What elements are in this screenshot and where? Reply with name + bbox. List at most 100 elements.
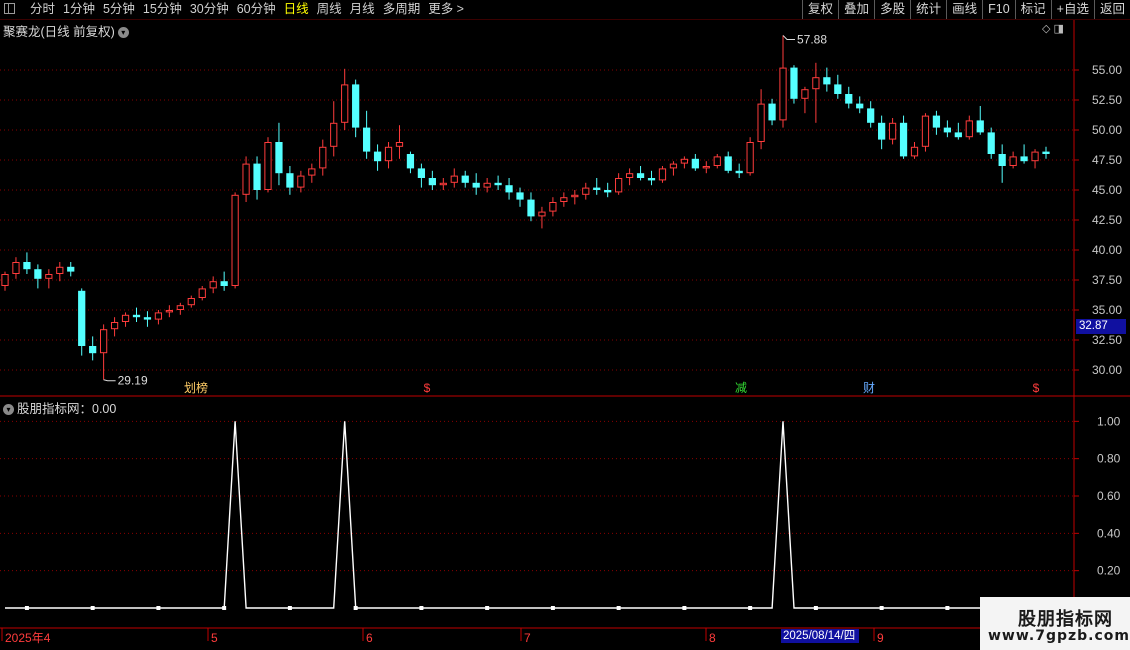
candle-body [472, 182, 480, 188]
candle-body [647, 178, 656, 181]
candle-body [878, 122, 886, 140]
overlay-button[interactable]: 叠加 [838, 0, 874, 19]
indicator-point [287, 606, 292, 610]
tab-monthly[interactable]: 月线 [346, 2, 379, 18]
chart-corner-tools: ◇ ◨ [1042, 22, 1064, 35]
candle-body [319, 146, 327, 169]
multi-stock-button[interactable]: 多股 [874, 0, 910, 19]
candle-body [746, 142, 754, 174]
candle-body [242, 163, 250, 195]
candle-body [100, 329, 108, 354]
candle-body [724, 156, 732, 171]
candle-body [417, 168, 426, 178]
candle-body [34, 269, 42, 279]
tab-more[interactable]: 更多 > [424, 2, 468, 18]
price-tick-label: 32.50 [1092, 333, 1122, 347]
chevron-down-icon[interactable]: ▾ [3, 404, 14, 416]
add-watchlist-button[interactable]: +自选 [1050, 0, 1094, 19]
candle-body [845, 94, 853, 104]
chart-axes: 55.00 52.50 50.00 47.50 45.00 42.50 40.00 37.50… [0, 20, 1130, 645]
tab-daily[interactable]: 日线 [280, 2, 313, 18]
price-tick-label: 40.00 [1092, 243, 1122, 257]
fuquan-button[interactable]: 复权 [802, 0, 838, 19]
candle-body [428, 178, 436, 186]
candle-body [505, 185, 513, 193]
watermark: 股朋指标网 www.7gpzb.com [980, 597, 1130, 650]
tab-30min[interactable]: 30分钟 [186, 2, 233, 18]
main-chart-title: 聚赛龙(日线 前复权) ▾ [3, 21, 129, 40]
tab-15min[interactable]: 15分钟 [139, 2, 186, 18]
candlestick-series [1, 35, 1050, 380]
candle-body [680, 158, 689, 164]
candle-body [297, 175, 305, 188]
candle-body [494, 182, 502, 186]
tab-1min[interactable]: 1分钟 [59, 2, 99, 18]
candle-body [1, 274, 9, 286]
indicator-point [485, 606, 490, 610]
candle-body [165, 310, 173, 313]
candle-body [987, 132, 995, 154]
chevron-down-icon[interactable]: ▾ [117, 27, 129, 39]
back-button[interactable]: 返回 [1093, 0, 1130, 19]
candle-body [12, 262, 20, 274]
indicator-line [5, 421, 1046, 609]
tab-multi-period[interactable]: 多周期 [379, 2, 425, 18]
candle-body [702, 166, 710, 169]
low-price-label: 29.19 [118, 374, 148, 388]
candle-body [932, 115, 941, 128]
time-tick-label: 2025年4 [5, 631, 51, 645]
candle-body [615, 178, 623, 193]
candle-body [198, 288, 206, 298]
candle-body [757, 103, 765, 142]
candle-body [888, 122, 897, 140]
candle-body [330, 122, 338, 147]
candle-body [264, 142, 272, 190]
toolbar: 分时 1分钟 5分钟 15分钟 30分钟 60分钟 日线 周线 月线 多周期 更… [0, 0, 1130, 20]
candle-body [571, 194, 579, 198]
candle-body [735, 170, 743, 174]
candle-body [209, 281, 217, 289]
candle-body [516, 192, 524, 200]
tab-weekly[interactable]: 周线 [313, 2, 346, 18]
event-marker: $ [1033, 381, 1040, 395]
f10-button[interactable]: F10 [982, 0, 1015, 19]
indicator-point [616, 606, 621, 610]
candle-body [538, 211, 546, 217]
indicator-series [5, 421, 1046, 610]
tab-fenshi[interactable]: 分时 [26, 2, 59, 18]
tab-60min[interactable]: 60分钟 [233, 2, 280, 18]
event-marker: $ [424, 381, 431, 395]
candle-body [768, 103, 776, 121]
period-tabs: 分时 1分钟 5分钟 15分钟 30分钟 60分钟 日线 周线 月线 多周期 更… [26, 2, 468, 18]
chart-labels: 57.88 29.19 划榜 $ 减 财 $ [103, 32, 1040, 395]
price-tick-label: 37.50 [1092, 273, 1122, 287]
indicator-point [90, 606, 95, 610]
candle-body [373, 151, 382, 162]
draw-line-button[interactable]: 画线 [946, 0, 982, 19]
candle-body [439, 182, 447, 186]
candle-body [834, 84, 842, 94]
indicator-point [945, 606, 950, 610]
stock-title: 聚赛龙(日线 前复权) [3, 25, 115, 39]
mark-button[interactable]: 标记 [1014, 0, 1051, 19]
low-marker-line [103, 379, 116, 382]
time-tick-label: 8 [709, 631, 716, 645]
right-toolbar: 复权 叠加 多股 统计 画线 F10 标记 +自选 返回 [802, 0, 1130, 19]
indicator-point [879, 606, 884, 610]
candle-body [669, 163, 678, 169]
candle-body [867, 108, 875, 123]
diamond-icon[interactable]: ◇ [1042, 23, 1050, 35]
candle-body [352, 84, 360, 128]
panel-toggle-icon[interactable]: ◨ [1054, 23, 1064, 35]
chart-canvas[interactable]: 55.00 52.50 50.00 47.50 45.00 42.50 40.00 37.50… [0, 20, 1130, 650]
candle-body [899, 122, 908, 157]
candle-body [636, 173, 645, 178]
candle-body [582, 187, 590, 195]
indicator-point [748, 606, 753, 610]
tab-5min[interactable]: 5分钟 [99, 2, 139, 18]
event-marker: 划榜 [184, 380, 208, 395]
price-tick-label: 45.00 [1092, 183, 1122, 197]
layout-toggle-icon[interactable] [4, 3, 15, 14]
candle-body [395, 142, 404, 147]
statistics-button[interactable]: 统计 [910, 0, 946, 19]
